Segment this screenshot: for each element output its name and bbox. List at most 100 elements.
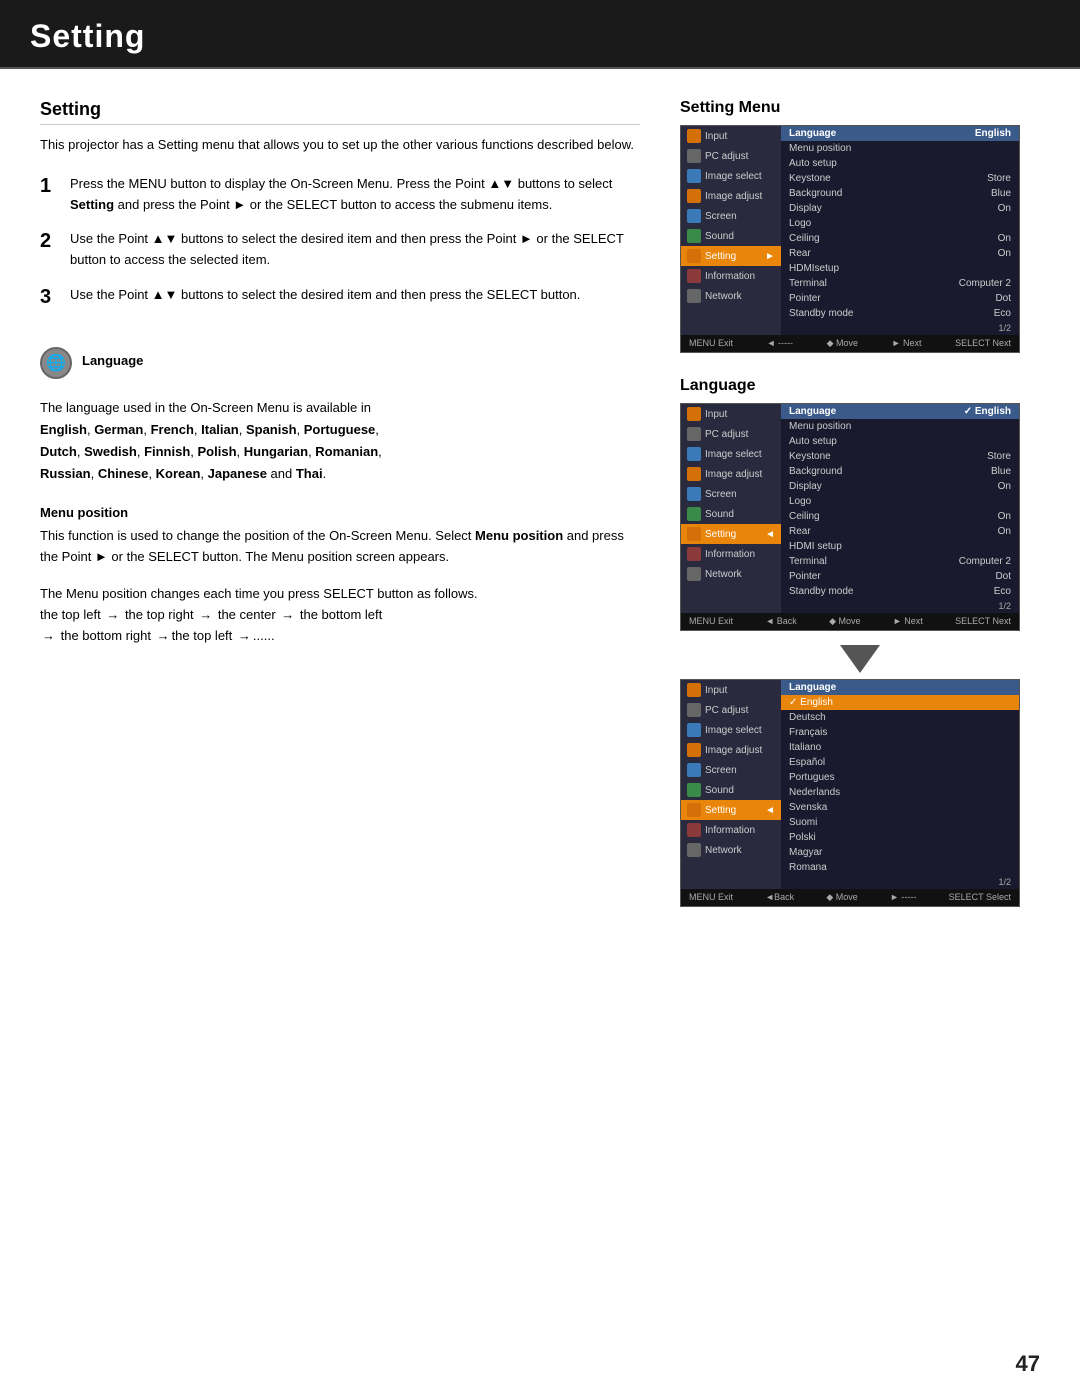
- sub-setting-arrow: ◄: [765, 805, 775, 816]
- right-item-keystone: KeystoneStore: [781, 171, 1019, 186]
- lang-setting-icon: [687, 527, 701, 541]
- sub-imageadjust: Image adjust: [681, 740, 781, 760]
- language-romanian: Romanian: [315, 444, 378, 459]
- language-icon-section: 🌐 Language: [40, 339, 640, 387]
- right-item-standby: Standby modeEco: [781, 306, 1019, 321]
- lang-input: Input: [681, 404, 781, 424]
- sub-input: Input: [681, 680, 781, 700]
- sub-sound-icon: [687, 783, 701, 797]
- information-icon: [687, 269, 701, 283]
- language-swedish: Swedish: [84, 444, 137, 459]
- right-header-value: English: [975, 128, 1011, 139]
- lang-romana: Romana: [781, 860, 1019, 875]
- lang-sound-icon: [687, 507, 701, 521]
- language-korean: Korean: [156, 466, 201, 481]
- sub-pcadjust: PC adjust: [681, 700, 781, 720]
- numbered-steps: 1 Press the MENU button to display the O…: [40, 174, 640, 309]
- lang-screen-icon: [687, 487, 701, 501]
- language-thai: Thai: [296, 466, 323, 481]
- left-column: Setting This projector has a Setting men…: [40, 99, 640, 921]
- lang-page-indicator: 1/2: [781, 599, 1019, 613]
- imageselect-icon: [687, 169, 701, 183]
- sub-screen: Screen: [681, 760, 781, 780]
- section-title: Setting: [40, 99, 640, 125]
- language-section-title: Language: [680, 377, 1040, 395]
- lang-pcadjust-icon: [687, 427, 701, 441]
- menu-item-setting: Setting ►: [681, 246, 781, 266]
- language-french: French: [151, 422, 194, 437]
- step-2-text: Use the Point ▲▼ buttons to select the d…: [70, 229, 640, 271]
- lang-svenska: Svenska: [781, 800, 1019, 815]
- submenu-header: Language: [781, 680, 1019, 695]
- menu-position-text2: The Menu position changes each time you …: [40, 584, 640, 605]
- setting-menu-screenshot: Input PC adjust Image select Image: [680, 125, 1020, 353]
- setting-label: Setting: [705, 251, 736, 262]
- menu-position-flow: the top left → the top right → the cente…: [40, 605, 640, 647]
- lang-francais: Français: [781, 725, 1019, 740]
- imageadjust-label: Image adjust: [705, 191, 762, 202]
- lang-network-icon: [687, 567, 701, 581]
- submenu-footer: MENU Exit ◄Back ◆ Move ► ----- SELECT Se…: [681, 889, 1019, 906]
- language-english: English: [40, 422, 87, 437]
- menu-item-imageselect: Image select: [681, 166, 781, 186]
- menu-item-input: Input: [681, 126, 781, 146]
- sub-sound: Sound: [681, 780, 781, 800]
- footer-back: ◄ -----: [767, 338, 793, 349]
- page-header: Setting: [0, 0, 1080, 69]
- sub-pcadjust-icon: [687, 703, 701, 717]
- lang-english-selected: ✓ English: [781, 695, 1019, 710]
- screen-icon: [687, 209, 701, 223]
- right-column: Setting Menu Input PC adjust: [680, 99, 1040, 921]
- setting-menu-title: Setting Menu: [680, 99, 1040, 117]
- language-hungarian: Hungarian: [244, 444, 308, 459]
- menu-item-imageadjust: Image adjust: [681, 186, 781, 206]
- lang-setting: Setting ◄: [681, 524, 781, 544]
- right-item-ceiling: CeilingOn: [781, 231, 1019, 246]
- language-menu-screenshot: Input PC adjust Image select Image: [680, 403, 1020, 631]
- right-item-logo: Logo: [781, 216, 1019, 231]
- right-item-terminal: TerminalComputer 2: [781, 276, 1019, 291]
- footer-move: ◆ Move: [827, 338, 858, 349]
- sound-label: Sound: [705, 231, 734, 242]
- lang-suomi: Suomi: [781, 815, 1019, 830]
- sub-information-icon: [687, 823, 701, 837]
- network-icon: [687, 289, 701, 303]
- menu-position-title: Menu position: [40, 505, 640, 520]
- lang-imageselect-icon: [687, 447, 701, 461]
- language-dutch: Dutch: [40, 444, 77, 459]
- lang-polski: Polski: [781, 830, 1019, 845]
- language-submenu-screenshot: Input PC adjust Image select Image: [680, 679, 1020, 907]
- page-indicator-1: 1/2: [781, 321, 1019, 335]
- step-1-num: 1: [40, 174, 60, 216]
- lang-right-header: Language ✓ English: [781, 404, 1019, 419]
- step-2: 2 Use the Point ▲▼ buttons to select the…: [40, 229, 640, 271]
- lang-information: Information: [681, 544, 781, 564]
- lang-menu-footer: MENU Exit ◄ Back ◆ Move ► Next SELECT Ne…: [681, 613, 1019, 630]
- language-icon: 🌐: [40, 347, 72, 379]
- arrow-down: [680, 645, 1040, 673]
- lang-input-icon: [687, 407, 701, 421]
- step-3: 3 Use the Point ▲▼ buttons to select the…: [40, 285, 640, 309]
- lang-nederlands: Nederlands: [781, 785, 1019, 800]
- sound-icon: [687, 229, 701, 243]
- intro-text: This projector has a Setting menu that a…: [40, 135, 640, 156]
- menu-item-network: Network: [681, 286, 781, 306]
- lang-imageselect: Image select: [681, 444, 781, 464]
- language-spanish: Spanish: [246, 422, 297, 437]
- footer-select: SELECT Next: [955, 338, 1011, 349]
- right-header-label: Language: [789, 128, 836, 139]
- menu-left-nav: Input PC adjust Image select Image: [681, 126, 781, 335]
- lang-setting-arrow: ◄: [765, 529, 775, 540]
- submenu-right: Language ✓ English Deutsch Français Ital…: [781, 680, 1019, 889]
- lang-menu-left: Input PC adjust Image select Image: [681, 404, 781, 613]
- network-label: Network: [705, 291, 742, 302]
- right-item-rear: RearOn: [781, 246, 1019, 261]
- input-label: Input: [705, 131, 727, 142]
- lang-espanol: Español: [781, 755, 1019, 770]
- step-2-num: 2: [40, 229, 60, 271]
- lang-sound: Sound: [681, 504, 781, 524]
- lang-imageadjust-icon: [687, 467, 701, 481]
- submenu-page-indicator: 1/2: [781, 875, 1019, 889]
- setting-icon: [687, 249, 701, 263]
- language-chinese: Chinese: [98, 466, 149, 481]
